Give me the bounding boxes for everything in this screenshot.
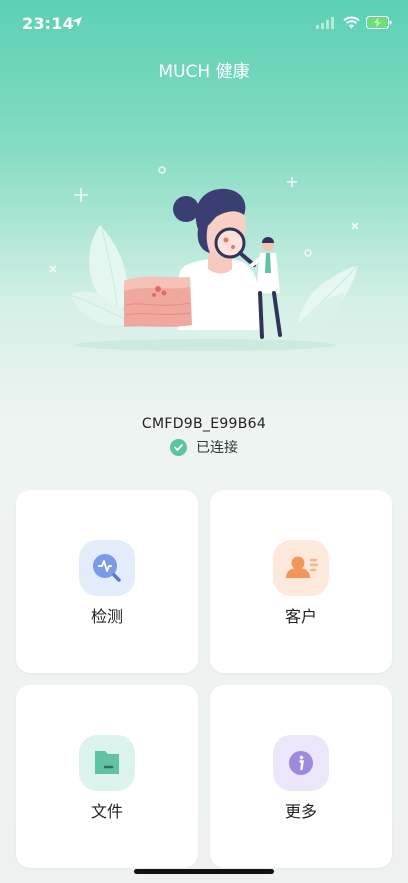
check-icon	[170, 438, 187, 456]
location-arrow-icon	[72, 17, 82, 27]
connection-status: 已连接	[0, 437, 408, 457]
app-title: MUCH 健康	[158, 62, 250, 82]
detect-label: 检测	[90, 607, 123, 626]
more-info-icon	[273, 735, 329, 791]
more-card[interactable]: 更多	[210, 685, 392, 868]
home-indicator[interactable]	[134, 869, 274, 874]
detect-icon	[79, 540, 135, 596]
more-label: 更多	[284, 802, 317, 821]
customer-card[interactable]: 客户	[210, 490, 392, 673]
status-bar: 23:14	[0, 0, 408, 48]
customer-icon	[273, 540, 329, 596]
status-time: 23:14	[22, 14, 74, 33]
device-id: CMFD9B_E99B64	[141, 416, 267, 432]
detect-card[interactable]: 检测	[16, 490, 198, 673]
file-icon	[79, 735, 135, 791]
connection-status-text: 已连接	[196, 440, 238, 456]
signal-icon	[316, 17, 334, 29]
customer-label: 客户	[284, 607, 317, 626]
file-label: 文件	[90, 802, 123, 821]
wifi-icon	[343, 16, 360, 29]
file-card[interactable]: 文件	[16, 685, 198, 868]
battery-charging-icon	[366, 16, 392, 29]
skin-analysis-illustration	[49, 166, 359, 351]
